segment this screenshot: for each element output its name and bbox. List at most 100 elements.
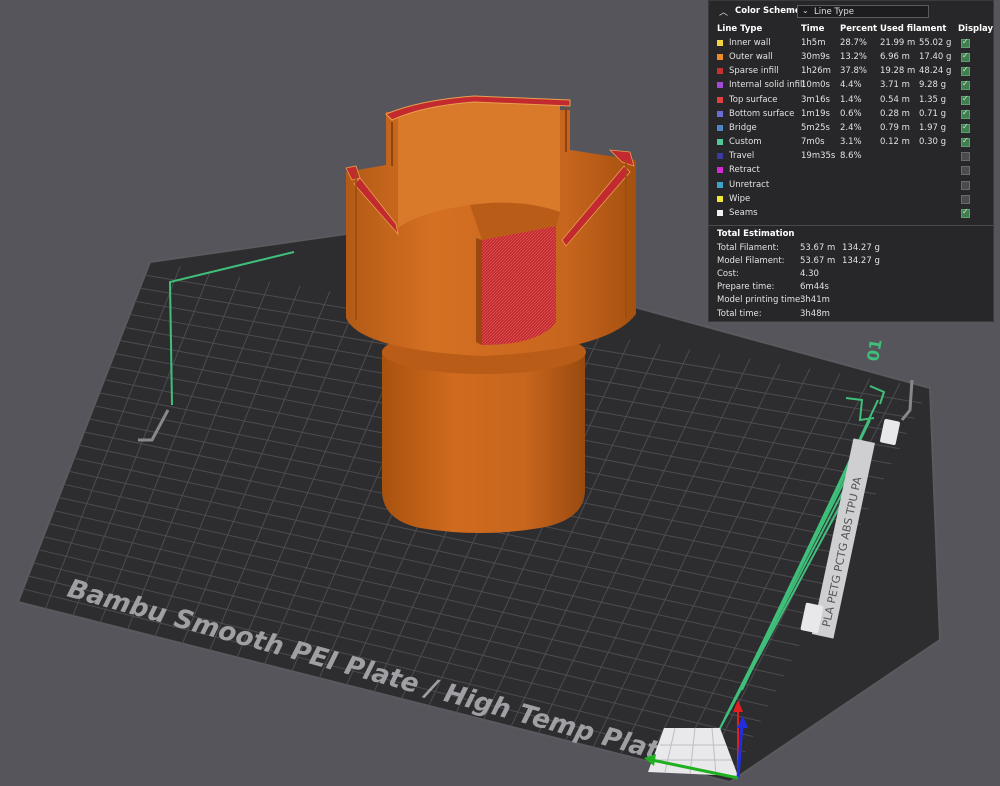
legend-row-meters: 21.99 m: [880, 38, 916, 48]
legend-row-name: Top surface: [729, 94, 778, 105]
legend-row-percent: 13.2%: [840, 52, 868, 63]
legend-row-grams: 1.97 g: [919, 122, 947, 133]
total-label: Model Filament:: [717, 256, 785, 267]
legend-row-time: 3m16s: [801, 94, 830, 105]
total-label: Model printing time:: [717, 295, 804, 306]
legend-color-swatch: [717, 181, 723, 188]
legend-row-name: Bridge: [729, 122, 757, 133]
legend-row-name: Wipe: [729, 193, 751, 204]
total-value: 53.67 m: [800, 256, 836, 267]
legend-row-grams: 0.30 g: [919, 137, 947, 148]
total-value: 3h48m: [800, 308, 830, 319]
legend-color-swatch: [717, 153, 723, 160]
header-used-filament: Used filament: [880, 24, 947, 34]
legend-row-meters: 0.28 m: [880, 108, 910, 119]
legend-row-name: Unretract: [729, 179, 770, 190]
model-lower-cylinder: [382, 350, 585, 533]
divider: [709, 225, 995, 226]
legend-row-name: Travel: [729, 151, 755, 162]
display-checkbox[interactable]: [961, 180, 970, 190]
legend-color-swatch: [717, 96, 723, 103]
color-scheme-title: Color Scheme: [735, 6, 801, 16]
legend-color-swatch: [717, 139, 723, 146]
legend-row-time: 1m19s: [801, 108, 830, 119]
display-checkbox[interactable]: [961, 94, 970, 105]
legend-color-swatch: [717, 82, 723, 89]
legend-color-swatch: [717, 40, 723, 46]
legend-row-grams: 1.35 g: [919, 94, 947, 105]
legend-row-time: 7m0s: [801, 137, 825, 148]
display-checkbox[interactable]: [961, 194, 970, 204]
legend-row-percent: 28.7%: [840, 38, 868, 48]
display-checkbox[interactable]: [961, 37, 970, 48]
color-scheme-select[interactable]: ⌄ Line Type: [797, 5, 929, 18]
legend-row-name: Seams: [729, 207, 758, 218]
legend-row-percent: 37.8%: [840, 66, 868, 77]
display-checkbox[interactable]: [961, 51, 970, 63]
legend-row-name: Outer wall: [729, 52, 773, 63]
chevron-down-icon: ⌄: [802, 6, 809, 15]
total-label: Total time:: [717, 308, 762, 319]
color-scheme-header: ︿ Color Scheme ⌄ Line Type: [709, 1, 995, 21]
display-checkbox[interactable]: [961, 108, 970, 119]
legend-row-meters: 0.79 m: [880, 122, 910, 133]
plate-number: 01: [863, 337, 886, 362]
legend-row-name: Sparse infill: [729, 66, 779, 77]
display-checkbox[interactable]: [961, 79, 970, 91]
legend-row-grams: 17.40 g: [919, 52, 952, 63]
legend-row-time: 5m25s: [801, 122, 830, 133]
display-checkbox[interactable]: [961, 136, 970, 148]
color-scheme-panel: ︿ Color Scheme ⌄ Line Type Line Type Tim…: [708, 0, 995, 322]
legend-color-swatch: [717, 195, 723, 202]
legend-row-percent: 8.6%: [840, 151, 862, 162]
legend-row-time: 1h5m: [801, 38, 826, 48]
total-label: Cost:: [717, 269, 739, 280]
display-checkbox[interactable]: [961, 207, 970, 218]
display-checkbox[interactable]: [961, 65, 970, 77]
legend-row-percent: 2.4%: [840, 122, 862, 133]
display-checkbox[interactable]: [961, 152, 970, 162]
legend-color-swatch: [717, 209, 723, 216]
legend-row-percent: 4.4%: [840, 80, 862, 91]
legend-row-grams: 9.28 g: [919, 80, 947, 91]
header-time: Time: [801, 24, 825, 34]
color-scheme-selected-value: Line Type: [814, 7, 854, 17]
total-value: 53.67 m: [800, 243, 836, 253]
legend-color-swatch: [717, 167, 723, 174]
legend-color-swatch: [717, 54, 723, 61]
legend-row-grams: 55.02 g: [919, 38, 952, 48]
total-value: 3h41m: [800, 295, 830, 306]
header-line-type: Line Type: [717, 24, 763, 34]
legend-row-percent: 3.1%: [840, 137, 862, 148]
legend-row-percent: 1.4%: [840, 94, 862, 105]
header-display: Display: [958, 24, 994, 34]
total-value-secondary: 134.27 g: [842, 243, 880, 253]
legend-row-meters: 19.28 m: [880, 66, 916, 77]
total-estimation-title: Total Estimation: [717, 229, 795, 239]
legend-row-name: Internal solid infill: [729, 80, 805, 91]
legend-row-name: Retract: [729, 165, 760, 176]
legend-row-name: Custom: [729, 137, 762, 148]
total-label: Prepare time:: [717, 282, 775, 293]
total-label: Total Filament:: [717, 243, 779, 253]
legend-row-meters: 0.54 m: [880, 94, 910, 105]
legend-row-time: 30m9s: [801, 52, 830, 63]
collapse-chevron-icon[interactable]: ︿: [719, 5, 728, 18]
legend-row-percent: 0.6%: [840, 108, 862, 119]
legend-row-meters: 3.71 m: [880, 80, 910, 91]
total-value: 6m44s: [800, 282, 829, 293]
header-percent: Percent: [840, 24, 878, 34]
legend-color-swatch: [717, 110, 723, 117]
legend-row-name: Bottom surface: [729, 108, 795, 119]
legend-color-swatch: [717, 124, 723, 131]
legend-row-time: 10m0s: [801, 80, 830, 91]
legend-color-swatch: [717, 68, 723, 75]
display-checkbox[interactable]: [961, 166, 970, 176]
legend-row-meters: 0.12 m: [880, 137, 910, 148]
legend-row-time: 1h26m: [801, 66, 831, 77]
legend-row-meters: 6.96 m: [880, 52, 910, 63]
legend-row-time: 19m35s: [801, 151, 836, 162]
legend-row-name: Inner wall: [729, 38, 771, 48]
display-checkbox[interactable]: [961, 122, 970, 133]
total-value-secondary: 134.27 g: [842, 256, 880, 267]
